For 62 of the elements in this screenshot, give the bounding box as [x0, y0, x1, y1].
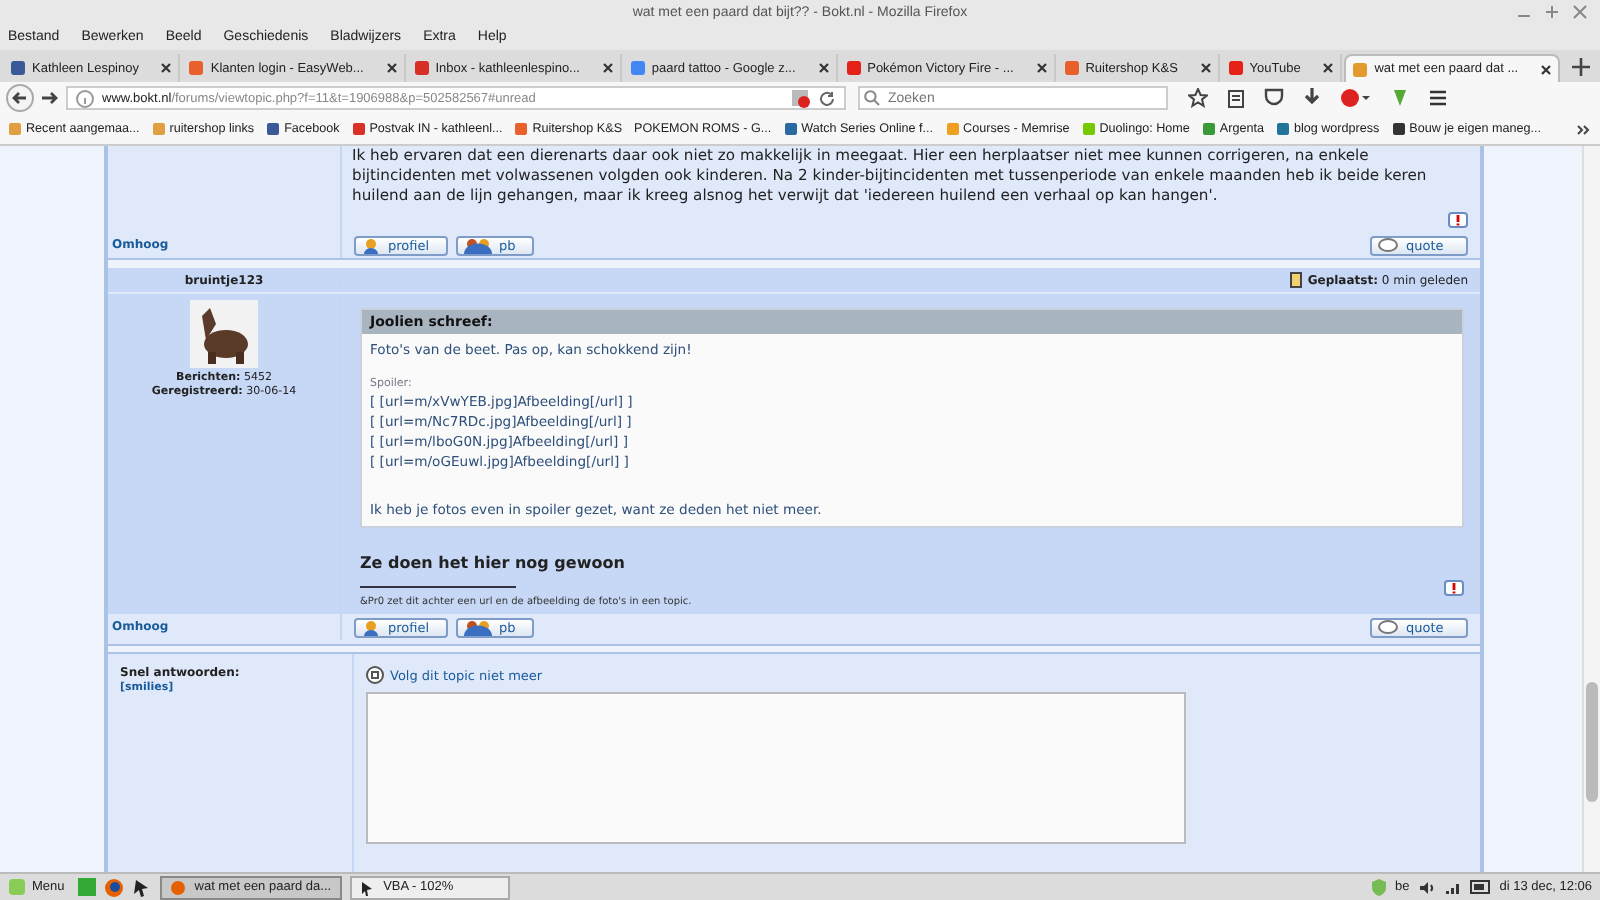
- report-icon[interactable]: [1444, 580, 1464, 596]
- download-icon[interactable]: [1302, 88, 1322, 108]
- favicon-icon: [1063, 60, 1080, 76]
- back-icon[interactable]: [6, 84, 34, 112]
- favicon-icon: [1227, 60, 1244, 76]
- post-message: Ze doen het hier nog gewoon: [360, 554, 627, 572]
- favicon-icon: [8, 122, 22, 136]
- user-icon: [362, 619, 380, 635]
- speech-bubble-icon: [1378, 237, 1398, 253]
- pointer-icon[interactable]: [132, 877, 153, 897]
- close-icon[interactable]: [1539, 63, 1552, 75]
- favicon-icon: [629, 60, 646, 76]
- clipboard-icon[interactable]: [1226, 88, 1246, 108]
- favicon-icon: [845, 60, 862, 76]
- favicon-icon: [1352, 61, 1369, 77]
- adblock-icon[interactable]: [1340, 88, 1372, 108]
- pocket-icon[interactable]: [1264, 88, 1284, 108]
- favicon-icon: [10, 60, 26, 76]
- scrollbar[interactable]: [1582, 146, 1600, 872]
- speech-bubble-icon: [1378, 619, 1398, 635]
- favicon-icon: [783, 122, 798, 136]
- favicon-icon: [1201, 122, 1216, 136]
- download-helper-icon[interactable]: [1390, 88, 1410, 108]
- unwatch-icon[interactable]: [366, 666, 384, 684]
- favicon-icon: [1081, 122, 1096, 136]
- favicon-icon: [945, 122, 960, 136]
- horse-toy-photo: [190, 300, 258, 368]
- reload-icon[interactable]: [818, 89, 836, 107]
- menu-icon[interactable]: [1428, 88, 1448, 108]
- close-icon[interactable]: [1322, 62, 1335, 74]
- blocked-icon: [790, 88, 810, 108]
- star-icon[interactable]: [1188, 88, 1208, 108]
- menu-logo-icon: [8, 878, 26, 896]
- overflow-icon[interactable]: [1576, 121, 1592, 137]
- signal-icon: [1443, 879, 1462, 895]
- battery-icon: [1469, 880, 1492, 894]
- forward-icon[interactable]: [40, 88, 60, 108]
- favicon-icon: [1391, 122, 1406, 136]
- close-icon[interactable]: [1199, 62, 1212, 74]
- favicon-icon: [151, 122, 166, 136]
- post-icon: [1289, 272, 1302, 288]
- users-icon: [463, 237, 492, 253]
- pointer-icon: [359, 879, 376, 895]
- favicon-icon: [514, 122, 529, 136]
- report-icon[interactable]: [1448, 212, 1468, 228]
- close-icon[interactable]: [1035, 62, 1048, 74]
- favicon-icon: [351, 122, 366, 136]
- info-icon: [76, 89, 94, 107]
- favicon-icon: [413, 60, 430, 76]
- close-icon[interactable]: [385, 62, 398, 74]
- new-tab-icon[interactable]: [1571, 58, 1590, 76]
- volume-icon[interactable]: [1417, 879, 1436, 895]
- close-icon[interactable]: [160, 62, 173, 74]
- favicon-icon: [1275, 122, 1290, 136]
- favicon-icon: [266, 122, 281, 136]
- shield-icon: [1369, 878, 1387, 896]
- users-icon: [463, 619, 492, 635]
- maximize-icon[interactable]: [1544, 4, 1560, 20]
- favicon-icon: [188, 60, 205, 76]
- user-icon: [362, 237, 380, 253]
- close-icon[interactable]: [817, 62, 830, 74]
- close-icon[interactable]: [601, 62, 614, 74]
